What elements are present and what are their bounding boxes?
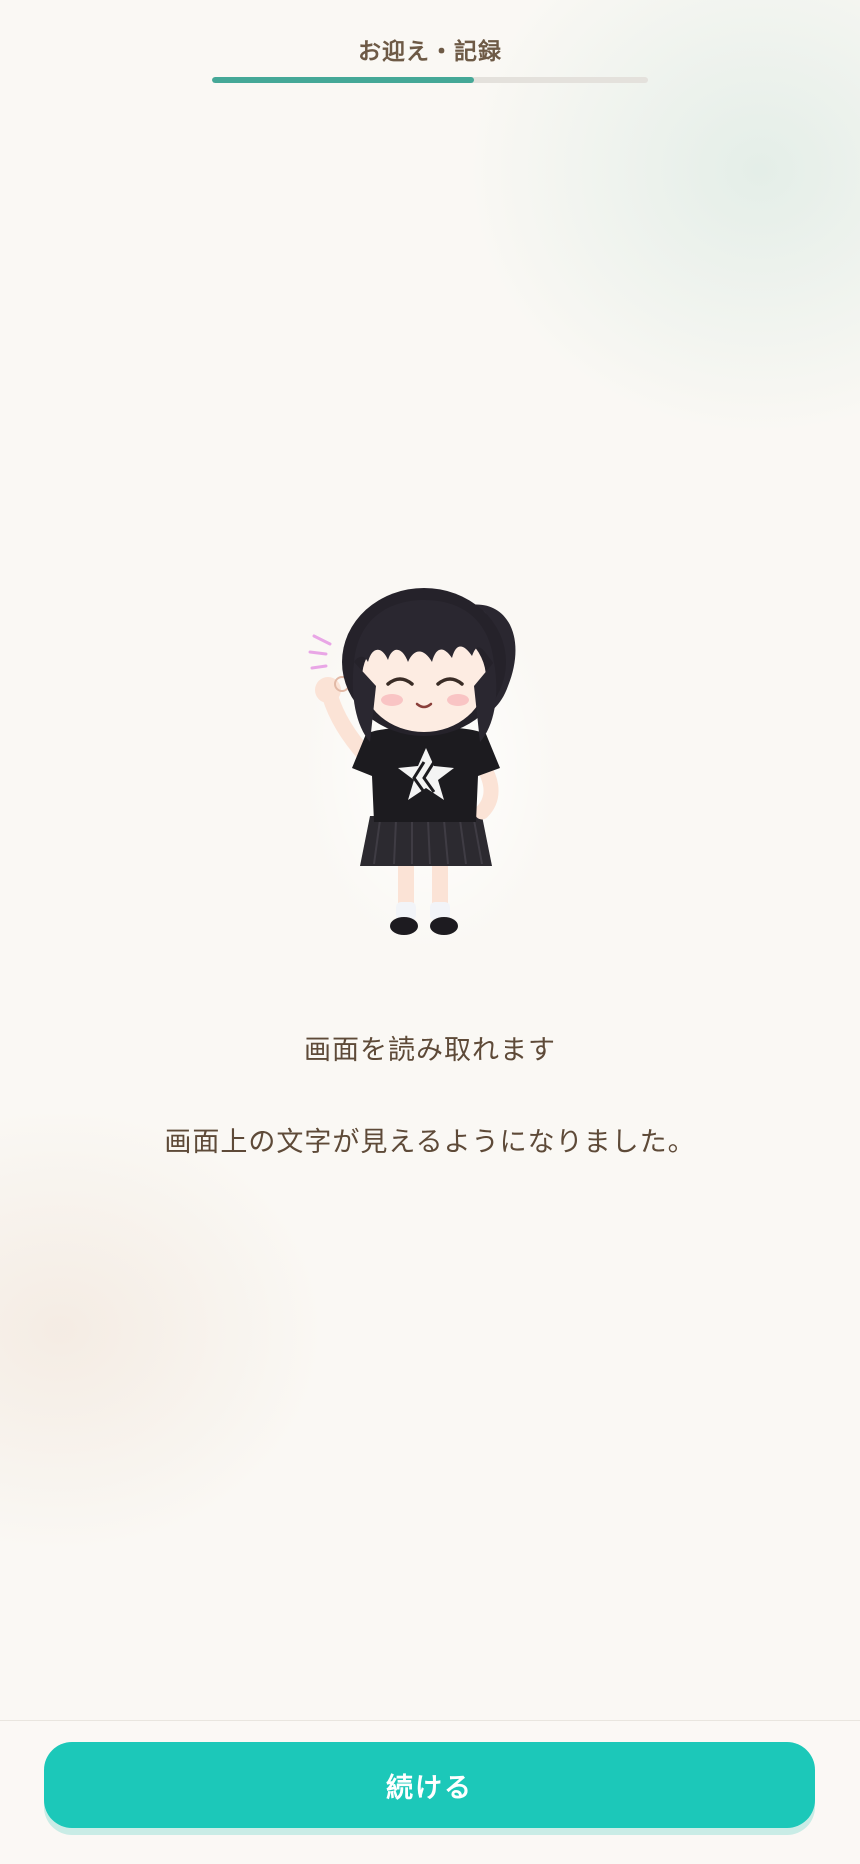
status-message: 画面上の文字が見えるようになりました。 xyxy=(164,1127,696,1158)
continue-button[interactable]: 続ける xyxy=(44,1742,815,1828)
progress-fill xyxy=(212,77,474,83)
chibi-girl-icon xyxy=(301,576,561,956)
header: お迎え・記録 xyxy=(0,0,860,100)
mascot-illustration xyxy=(296,566,566,966)
main-heading: 画面を読み取れます xyxy=(304,1035,556,1066)
step-title: お迎え・記録 xyxy=(358,39,502,65)
progress-bar xyxy=(212,77,648,83)
